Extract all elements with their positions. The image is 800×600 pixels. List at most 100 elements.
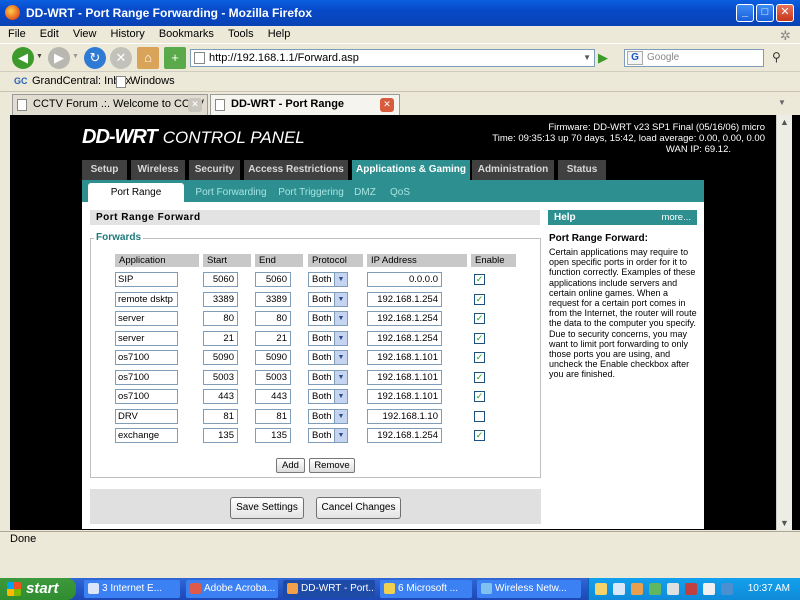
tray-icon[interactable] [613,583,625,595]
ip-address-input[interactable]: 0.0.0.0 [367,272,442,287]
scroll-up-icon[interactable]: ▲ [780,117,789,127]
end-port-input[interactable]: 135 [255,428,291,443]
enable-checkbox[interactable]: ✓ [474,352,485,363]
menu-bookmarks[interactable]: Bookmarks [159,28,214,40]
task-ddwrt-firefox[interactable]: DD-WRT - Port... [283,580,375,598]
forward-button[interactable]: ▶ [48,47,70,69]
protocol-select[interactable]: Both ▼ [308,331,348,346]
protocol-select[interactable]: Both ▼ [308,428,348,443]
task-wireless-network[interactable]: Wireless Netw... [477,580,581,598]
protocol-select[interactable]: Both ▼ [308,272,348,287]
start-port-input[interactable]: 5090 [203,350,238,365]
ip-address-input[interactable]: 192.168.1.254 [367,428,442,443]
ip-address-input[interactable]: 192.168.1.101 [367,350,442,365]
end-port-input[interactable]: 80 [255,311,291,326]
google-icon[interactable]: G [627,51,643,65]
bookmark-windows[interactable]: Windows [130,75,175,87]
vertical-scrollbar[interactable]: ▲ ▼ [776,115,792,530]
application-input[interactable]: server [115,311,178,326]
subtab-port-range-forwarding[interactable]: Port Range Forwarding [88,183,184,217]
tab-access-restrictions[interactable]: Access Restrictions [244,160,348,180]
tab-security[interactable]: Security [189,160,240,180]
ip-address-input[interactable]: 192.168.1.254 [367,331,442,346]
save-settings-button[interactable]: Save Settings [230,497,304,519]
start-port-input[interactable]: 80 [203,311,238,326]
remove-button[interactable]: Remove [309,458,355,473]
start-port-input[interactable]: 81 [203,409,238,424]
tab-administration[interactable]: Administration [472,160,554,180]
application-input[interactable]: server [115,331,178,346]
application-input[interactable]: os7100 [115,389,178,404]
new-tab-icon[interactable]: + [164,47,186,69]
subtab-port-triggering[interactable]: Port Triggering [276,183,346,202]
application-input[interactable]: SIP [115,272,178,287]
protocol-select[interactable]: Both ▼ [308,389,348,404]
end-port-input[interactable]: 21 [255,331,291,346]
tray-icon[interactable] [667,583,679,595]
minimize-button[interactable]: _ [736,4,754,22]
subtab-qos[interactable]: QoS [386,183,414,202]
add-button[interactable]: Add [276,458,305,473]
network-tray-icon[interactable] [721,583,733,595]
url-bar[interactable]: http://192.168.1.1/Forward.asp ▼ [190,49,595,67]
end-port-input[interactable]: 3389 [255,292,291,307]
home-button[interactable]: ⌂ [137,47,159,69]
tab-wireless[interactable]: Wireless [131,160,185,180]
protocol-select[interactable]: Both ▼ [308,292,348,307]
ip-address-input[interactable]: 192.168.1.254 [367,311,442,326]
scroll-down-icon[interactable]: ▼ [780,518,789,528]
start-port-input[interactable]: 5003 [203,370,238,385]
back-button[interactable]: ◀ [12,47,34,69]
tab-setup[interactable]: Setup [82,160,127,180]
task-internet-explorer[interactable]: 3 Internet E... [84,580,180,598]
start-port-input[interactable]: 443 [203,389,238,404]
enable-checkbox[interactable]: ✓ [474,372,485,383]
menu-edit[interactable]: Edit [40,28,59,40]
tab-applications-gaming[interactable]: Applications & Gaming [352,160,470,180]
start-port-input[interactable]: 135 [203,428,238,443]
enable-checkbox[interactable]: ✓ [474,313,485,324]
start-port-input[interactable]: 21 [203,331,238,346]
start-port-input[interactable]: 5060 [203,272,238,287]
subtab-port-forwarding[interactable]: Port Forwarding [192,183,270,202]
ip-address-input[interactable]: 192.168.1.101 [367,389,442,404]
protocol-select[interactable]: Both ▼ [308,311,348,326]
protocol-select[interactable]: Both ▼ [308,370,348,385]
stop-button[interactable]: ✕ [110,47,132,69]
tab-list-icon[interactable]: ▼ [778,98,786,107]
end-port-input[interactable]: 81 [255,409,291,424]
ip-address-input[interactable]: 192.168.1.101 [367,370,442,385]
enable-checkbox[interactable]: ✓ [474,430,485,441]
enable-checkbox[interactable]: ✓ [474,333,485,344]
menu-view[interactable]: View [73,28,97,40]
tray-icon[interactable] [685,583,697,595]
search-input[interactable]: G Google [624,49,764,67]
enable-checkbox[interactable]: ✓ [474,391,485,402]
close-tab-icon[interactable]: ✕ [380,98,394,112]
close-tab-icon[interactable]: ✕ [188,98,202,112]
subtab-dmz[interactable]: DMZ [350,183,380,202]
enable-checkbox[interactable]: ✓ [474,274,485,285]
enable-checkbox[interactable] [474,411,485,422]
cancel-changes-button[interactable]: Cancel Changes [316,497,401,519]
menu-tools[interactable]: Tools [228,28,254,40]
tray-icon[interactable] [649,583,661,595]
tray-icon[interactable] [595,583,607,595]
back-dropdown-icon[interactable]: ▼ [36,53,43,60]
forward-dropdown-icon[interactable]: ▼ [72,53,79,60]
application-input[interactable]: exchange [115,428,178,443]
close-window-button[interactable]: ✕ [776,4,794,22]
application-input[interactable]: DRV [115,409,178,424]
protocol-select[interactable]: Both ▼ [308,350,348,365]
help-more-link[interactable]: more... [661,210,691,225]
task-microsoft[interactable]: 6 Microsoft ... [380,580,472,598]
browser-tab-ddwrt[interactable]: DD-WRT - Port Range Forwarding ✕ [210,94,400,129]
reload-button[interactable]: ↻ [84,47,106,69]
browser-tab-cctv[interactable]: CCTV Forum .:. Welcome to CCTV For... ✕ [12,94,208,129]
volume-icon[interactable] [703,583,715,595]
tab-status[interactable]: Status [558,160,606,180]
menu-help[interactable]: Help [268,28,291,40]
tray-icon[interactable] [631,583,643,595]
start-port-input[interactable]: 3389 [203,292,238,307]
enable-checkbox[interactable]: ✓ [474,294,485,305]
